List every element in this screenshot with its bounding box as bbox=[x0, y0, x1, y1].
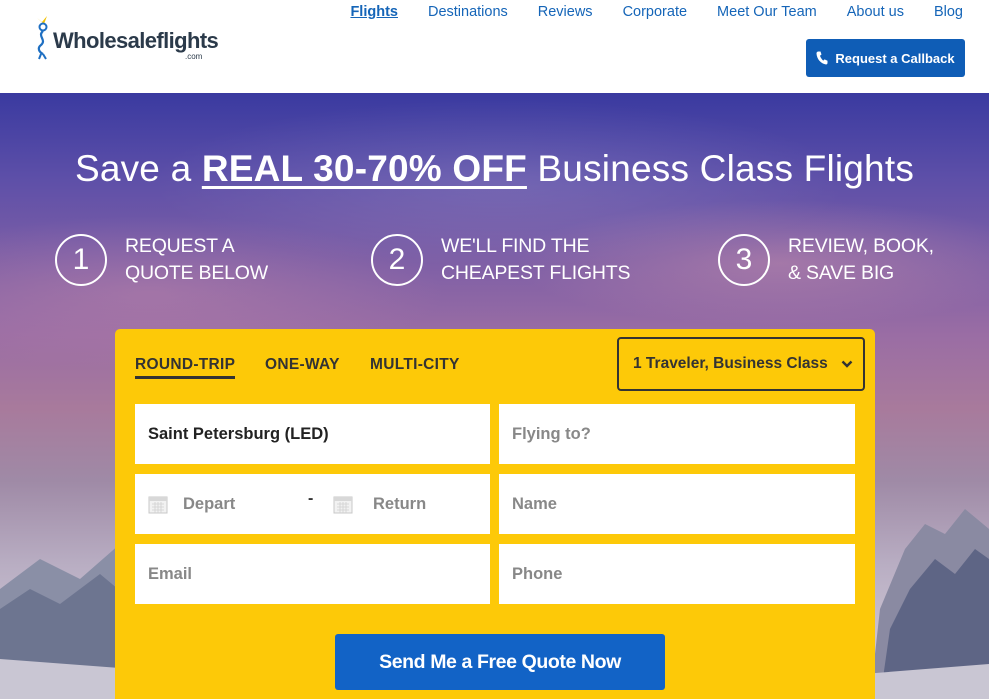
tab-round-trip[interactable]: ROUND-TRIP bbox=[135, 356, 236, 379]
step-line-2: & SAVE BIG bbox=[788, 262, 895, 284]
logo-text: Wholesaleflights bbox=[53, 28, 219, 53]
step-line-2: QUOTE BELOW bbox=[125, 262, 268, 284]
step-text: REVIEW, BOOK, & SAVE BIG bbox=[788, 233, 934, 287]
headline-discount: REAL 30-70% OFF bbox=[201, 148, 527, 189]
step-text: REQUEST A QUOTE BELOW bbox=[125, 233, 268, 287]
send-quote-button[interactable]: Send Me a Free Quote Now bbox=[335, 634, 665, 690]
return-placeholder: Return bbox=[373, 494, 427, 513]
tab-multi-city[interactable]: MULTI-CITY bbox=[370, 356, 460, 374]
headline-prefix: Save a bbox=[74, 148, 202, 189]
email-input[interactable]: Email bbox=[135, 544, 490, 604]
step-text: WE'LL FIND THE CHEAPEST FLIGHTS bbox=[441, 233, 631, 287]
travelers-class-select[interactable]: 1 Traveler, Business Class bbox=[617, 337, 865, 391]
phone-icon bbox=[816, 51, 828, 65]
from-airport-value: Saint Petersburg (LED) bbox=[148, 424, 329, 443]
step-number: 1 bbox=[55, 234, 107, 286]
step-3: 3 REVIEW, BOOK, & SAVE BIG bbox=[718, 233, 934, 287]
calendar-icon bbox=[333, 496, 353, 514]
step-line-1: REQUEST A bbox=[125, 235, 235, 257]
chevron-down-icon bbox=[841, 360, 853, 368]
step-number: 3 bbox=[718, 234, 770, 286]
site-header: Wholesaleflights .com Flights Destinatio… bbox=[0, 0, 989, 93]
hero-section: Save a REAL 30-70% OFF Business Class Fl… bbox=[0, 93, 989, 699]
send-quote-label: Send Me a Free Quote Now bbox=[379, 650, 621, 673]
nav-meet-our-team[interactable]: Meet Our Team bbox=[717, 3, 817, 21]
step-2: 2 WE'LL FIND THE CHEAPEST FLIGHTS bbox=[371, 233, 631, 287]
name-input[interactable]: Name bbox=[499, 474, 855, 534]
depart-placeholder: Depart bbox=[183, 494, 236, 513]
headline-suffix: Business Class Flights bbox=[526, 148, 915, 189]
travelers-value: 1 Traveler, Business Class bbox=[633, 355, 828, 372]
step-number: 2 bbox=[371, 234, 423, 286]
to-airport-input[interactable]: Flying to? bbox=[499, 404, 855, 464]
to-airport-placeholder: Flying to? bbox=[512, 424, 591, 443]
step-line-2: CHEAPEST FLIGHTS bbox=[441, 262, 631, 284]
nav-corporate[interactable]: Corporate bbox=[623, 3, 687, 21]
main-nav: Flights Destinations Reviews Corporate M… bbox=[320, 3, 963, 21]
step-1: 1 REQUEST A QUOTE BELOW bbox=[55, 233, 268, 287]
quote-form-panel: ROUND-TRIP ONE-WAY MULTI-CITY 1 Traveler… bbox=[115, 329, 875, 699]
nav-flights[interactable]: Flights bbox=[350, 3, 398, 21]
callback-label: Request a Callback bbox=[835, 50, 955, 66]
nav-blog[interactable]: Blog bbox=[934, 3, 963, 21]
date-separator: - bbox=[308, 490, 314, 507]
date-range-input[interactable]: Depart - Return bbox=[135, 474, 490, 534]
step-line-1: REVIEW, BOOK, bbox=[788, 235, 934, 257]
nav-reviews[interactable]: Reviews bbox=[538, 3, 593, 21]
email-placeholder: Email bbox=[148, 564, 193, 583]
nav-destinations[interactable]: Destinations bbox=[428, 3, 508, 21]
hero-headline: Save a REAL 30-70% OFF Business Class Fl… bbox=[0, 148, 989, 190]
request-callback-button[interactable]: Request a Callback bbox=[806, 39, 965, 77]
name-placeholder: Name bbox=[512, 494, 557, 513]
calendar-icon bbox=[148, 496, 168, 514]
phone-placeholder: Phone bbox=[512, 564, 563, 583]
from-airport-input[interactable]: Saint Petersburg (LED) bbox=[135, 404, 490, 464]
logo-domain-suffix: .com bbox=[185, 52, 203, 61]
phone-input[interactable]: Phone bbox=[499, 544, 855, 604]
site-logo[interactable]: Wholesaleflights .com bbox=[33, 14, 223, 64]
nav-about-us[interactable]: About us bbox=[847, 3, 904, 21]
tab-one-way[interactable]: ONE-WAY bbox=[265, 356, 340, 374]
step-line-1: WE'LL FIND THE bbox=[441, 235, 590, 257]
traveler-logo-icon bbox=[37, 16, 48, 60]
